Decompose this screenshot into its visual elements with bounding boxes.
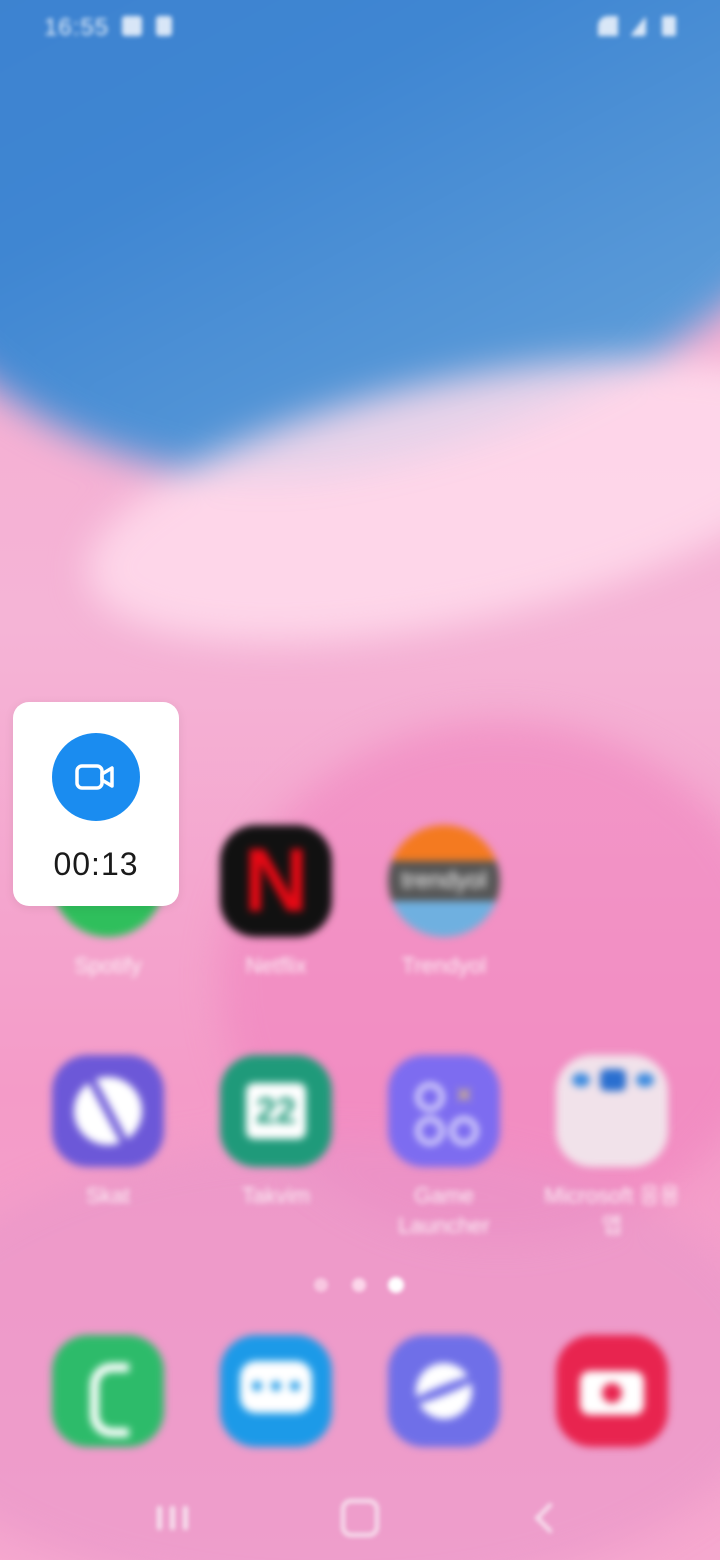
app-skat[interactable]: Skat — [38, 1055, 178, 1211]
calendar-icon: 22 — [220, 1055, 332, 1167]
trendyol-icon: trendyol — [388, 825, 500, 937]
home-button[interactable] — [330, 1496, 390, 1540]
app-label: Microsoft 응용 앱 — [544, 1183, 680, 1238]
dock-phone[interactable] — [38, 1335, 178, 1447]
netflix-icon: N — [220, 825, 332, 937]
signal-icon — [630, 16, 646, 36]
back-icon — [534, 1502, 566, 1534]
page-indicator-dot-active[interactable] — [388, 1277, 404, 1293]
recent-apps-button[interactable] — [142, 1496, 202, 1540]
app-label: Netflix — [245, 953, 307, 978]
phone-icon — [52, 1335, 164, 1447]
status-bar: 16:55 — [0, 0, 720, 56]
internet-icon — [388, 1335, 500, 1447]
app-label: Takvim — [241, 1183, 311, 1208]
sim-notification-icon — [156, 16, 172, 36]
recording-timer: 00:13 — [53, 846, 139, 882]
page-indicator-dot[interactable] — [314, 1278, 328, 1292]
navigation-bar — [0, 1476, 720, 1560]
app-label: Trendyol — [401, 953, 487, 978]
stop-recording-button[interactable] — [52, 733, 140, 821]
app-trendyol[interactable]: trendyol Trendyol — [374, 825, 514, 981]
compass-icon — [52, 1055, 164, 1167]
video-camera-icon — [75, 764, 114, 790]
wifi-icon — [598, 16, 618, 36]
battery-icon — [662, 16, 676, 36]
app-netflix[interactable]: N Netflix — [206, 825, 346, 981]
app-microsoft-folder[interactable]: Microsoft 응용 앱 — [542, 1055, 682, 1241]
home-icon — [341, 1499, 379, 1537]
app-game-launcher[interactable]: × Game Launcher — [374, 1055, 514, 1241]
game-launcher-icon: × — [388, 1055, 500, 1167]
dock-camera[interactable] — [542, 1335, 682, 1447]
dock-messages[interactable] — [206, 1335, 346, 1447]
camera-icon — [556, 1335, 668, 1447]
screen-recorder-widget[interactable]: 00:13 — [13, 702, 179, 906]
app-label: Spotify — [74, 953, 142, 978]
dock-internet[interactable] — [374, 1335, 514, 1447]
gallery-notification-icon — [122, 16, 142, 36]
app-label: Game Launcher — [398, 1183, 490, 1238]
status-time: 16:55 — [44, 14, 110, 41]
messages-icon — [220, 1335, 332, 1447]
back-button[interactable] — [516, 1496, 576, 1540]
home-screen: 16:55 Spotify N Netflix trendyol Trendyo… — [0, 0, 720, 1560]
app-takvim[interactable]: 22 Takvim — [206, 1055, 346, 1211]
microsoft-folder-icon — [556, 1055, 668, 1167]
app-label: Skat — [85, 1183, 131, 1208]
page-indicator-dot[interactable] — [352, 1278, 366, 1292]
